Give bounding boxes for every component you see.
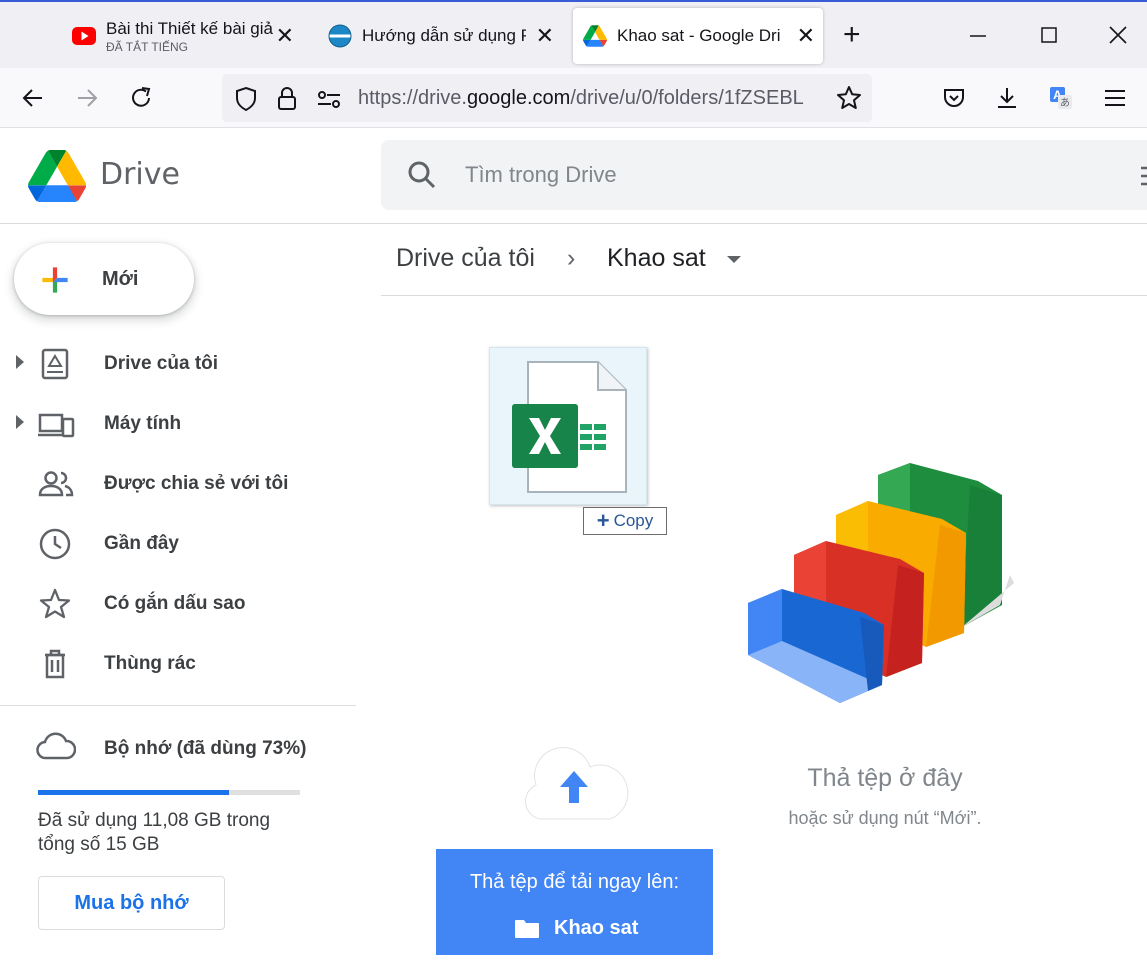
drive-header: Drive: [0, 128, 1147, 224]
download-icon[interactable]: [990, 81, 1024, 115]
empty-state-title: Thả tệp ở đây: [807, 764, 963, 792]
search-box[interactable]: [381, 140, 1147, 210]
sidebar-item-label: Máy tính: [104, 413, 182, 434]
browser-toolbar: https://drive.google.com/drive/u/0/folde…: [0, 68, 1147, 128]
permissions-icon[interactable]: [316, 87, 342, 116]
site-icon: [328, 24, 352, 48]
sidebar-item-label: Gần đây: [104, 533, 179, 554]
search-icon[interactable]: [407, 160, 437, 195]
sidebar-divider: [0, 705, 356, 706]
shield-icon[interactable]: [234, 86, 258, 117]
back-icon[interactable]: [16, 81, 50, 115]
storage-progress-fill: [38, 790, 230, 795]
tab-huong-dan[interactable]: Hướng dẫn sử dụng P ✕: [318, 8, 562, 64]
minimize-icon[interactable]: [970, 20, 988, 58]
sidebar-item-label: Drive của tôi: [104, 353, 219, 374]
sidebar-item-computers[interactable]: Máy tính: [0, 398, 356, 448]
tab-google-drive[interactable]: Khao sat - Google Dri ✕: [573, 8, 823, 64]
drop-panel-folder-name: Khao sat: [554, 917, 639, 939]
cloud-icon: [36, 731, 77, 768]
url-prefix: https://drive.: [358, 87, 467, 109]
window-close-icon[interactable]: [1108, 20, 1128, 58]
sidebar-item-recent[interactable]: Gần đây: [0, 518, 356, 568]
reload-icon[interactable]: [124, 81, 158, 115]
tab-title: Khao sat - Google Dri: [617, 26, 781, 45]
sidebar-item-label: Thùng rác: [104, 653, 196, 674]
drive-logo-icon[interactable]: [28, 150, 87, 207]
drop-panel-instruction: Thả tệp để tải ngay lên:: [469, 871, 680, 893]
storage-label[interactable]: Bộ nhớ (đã dùng 73%): [104, 738, 306, 760]
new-button[interactable]: Mới: [14, 243, 194, 315]
close-icon[interactable]: ✕: [536, 25, 554, 47]
browser-tab-strip: Bài thi Thiết kế bài giả ĐÃ TẮT TIẾNG ✕ …: [0, 0, 1147, 68]
storage-progress-bar: [38, 790, 300, 795]
expand-arrow-icon[interactable]: [16, 415, 24, 429]
expand-arrow-icon[interactable]: [16, 355, 24, 369]
plus-icon: +: [596, 508, 610, 533]
dragged-file-preview: [489, 347, 647, 505]
translate-icon[interactable]: Aあ: [1044, 81, 1078, 115]
chevron-down-icon[interactable]: [727, 256, 741, 263]
drive-logo-text[interactable]: Drive: [100, 157, 180, 192]
breadcrumb-current[interactable]: Khao sat: [607, 244, 706, 273]
new-tab-button[interactable]: +: [843, 20, 861, 50]
buy-storage-button[interactable]: Mua bộ nhớ: [38, 876, 225, 930]
storage-detail: Đã sử dụng 11,08 GB trong tổng số 15 GB: [38, 810, 271, 855]
url-path: /drive/u/0/folders/1fZSEBL: [570, 87, 804, 109]
new-button-label: Mới: [102, 268, 139, 290]
search-options-icon[interactable]: [1139, 164, 1147, 193]
sidebar-item-starred[interactable]: Có gắn dấu sao: [0, 578, 356, 628]
sidebar-item-trash[interactable]: Thùng rác: [0, 638, 356, 688]
shared-icon: [38, 467, 74, 501]
copy-label: Copy: [613, 511, 654, 530]
url-bar[interactable]: https://drive.google.com/drive/u/0/folde…: [222, 74, 872, 122]
tab-muted-label: ĐÃ TẮT TIẾNG: [106, 39, 189, 54]
trash-icon: [38, 647, 72, 681]
breadcrumb-root[interactable]: Drive của tôi: [396, 244, 535, 273]
sidebar-item-label: Có gắn dấu sao: [104, 593, 246, 614]
close-icon[interactable]: ✕: [797, 25, 815, 47]
sidebar-item-shared[interactable]: Được chia sẻ với tôi: [0, 458, 356, 508]
search-input[interactable]: [465, 158, 965, 192]
forward-icon[interactable]: [70, 81, 104, 115]
sidebar-item-label: Được chia sẻ với tôi: [104, 473, 289, 494]
svg-text:あ: あ: [1060, 97, 1070, 109]
url-text[interactable]: https://drive.google.com/drive/u/0/folde…: [358, 87, 828, 110]
bookmark-star-icon[interactable]: [836, 85, 862, 116]
tab-title: Bài thi Thiết kế bài giả: [106, 18, 273, 38]
tab-title: Hướng dẫn sử dụng P: [362, 26, 526, 45]
lock-icon[interactable]: [276, 86, 298, 117]
star-icon: [38, 587, 72, 621]
close-icon[interactable]: ✕: [276, 25, 294, 47]
breadcrumb: Drive của tôi › Khao sat: [381, 224, 1147, 296]
drag-copy-tooltip: + Copy: [583, 507, 667, 535]
youtube-icon: [72, 24, 96, 48]
tab-youtube[interactable]: Bài thi Thiết kế bài giả ĐÃ TẮT TIẾNG ✕: [62, 8, 302, 64]
plus-multicolor-icon: [36, 261, 74, 304]
pocket-icon[interactable]: [937, 81, 971, 115]
empty-folders-illustration-icon: [740, 455, 1020, 720]
menu-icon[interactable]: [1098, 81, 1132, 115]
url-domain: google.com: [466, 87, 571, 109]
maximize-icon[interactable]: [1041, 20, 1059, 58]
upload-drop-panel: Thả tệp để tải ngay lên: Khao sat: [436, 849, 713, 955]
chevron-right-icon: ›: [567, 244, 576, 272]
computers-icon: [38, 407, 75, 441]
empty-state-subtitle: hoặc sử dụng nút “Mới”.: [788, 808, 982, 828]
cloud-upload-icon: [518, 745, 630, 821]
folder-icon: [514, 919, 540, 939]
my-drive-icon: [38, 347, 72, 381]
excel-file-icon: [500, 358, 640, 501]
google-drive-icon: [583, 24, 607, 48]
sidebar-item-my-drive[interactable]: Drive của tôi: [0, 338, 356, 388]
clock-icon: [38, 527, 72, 561]
